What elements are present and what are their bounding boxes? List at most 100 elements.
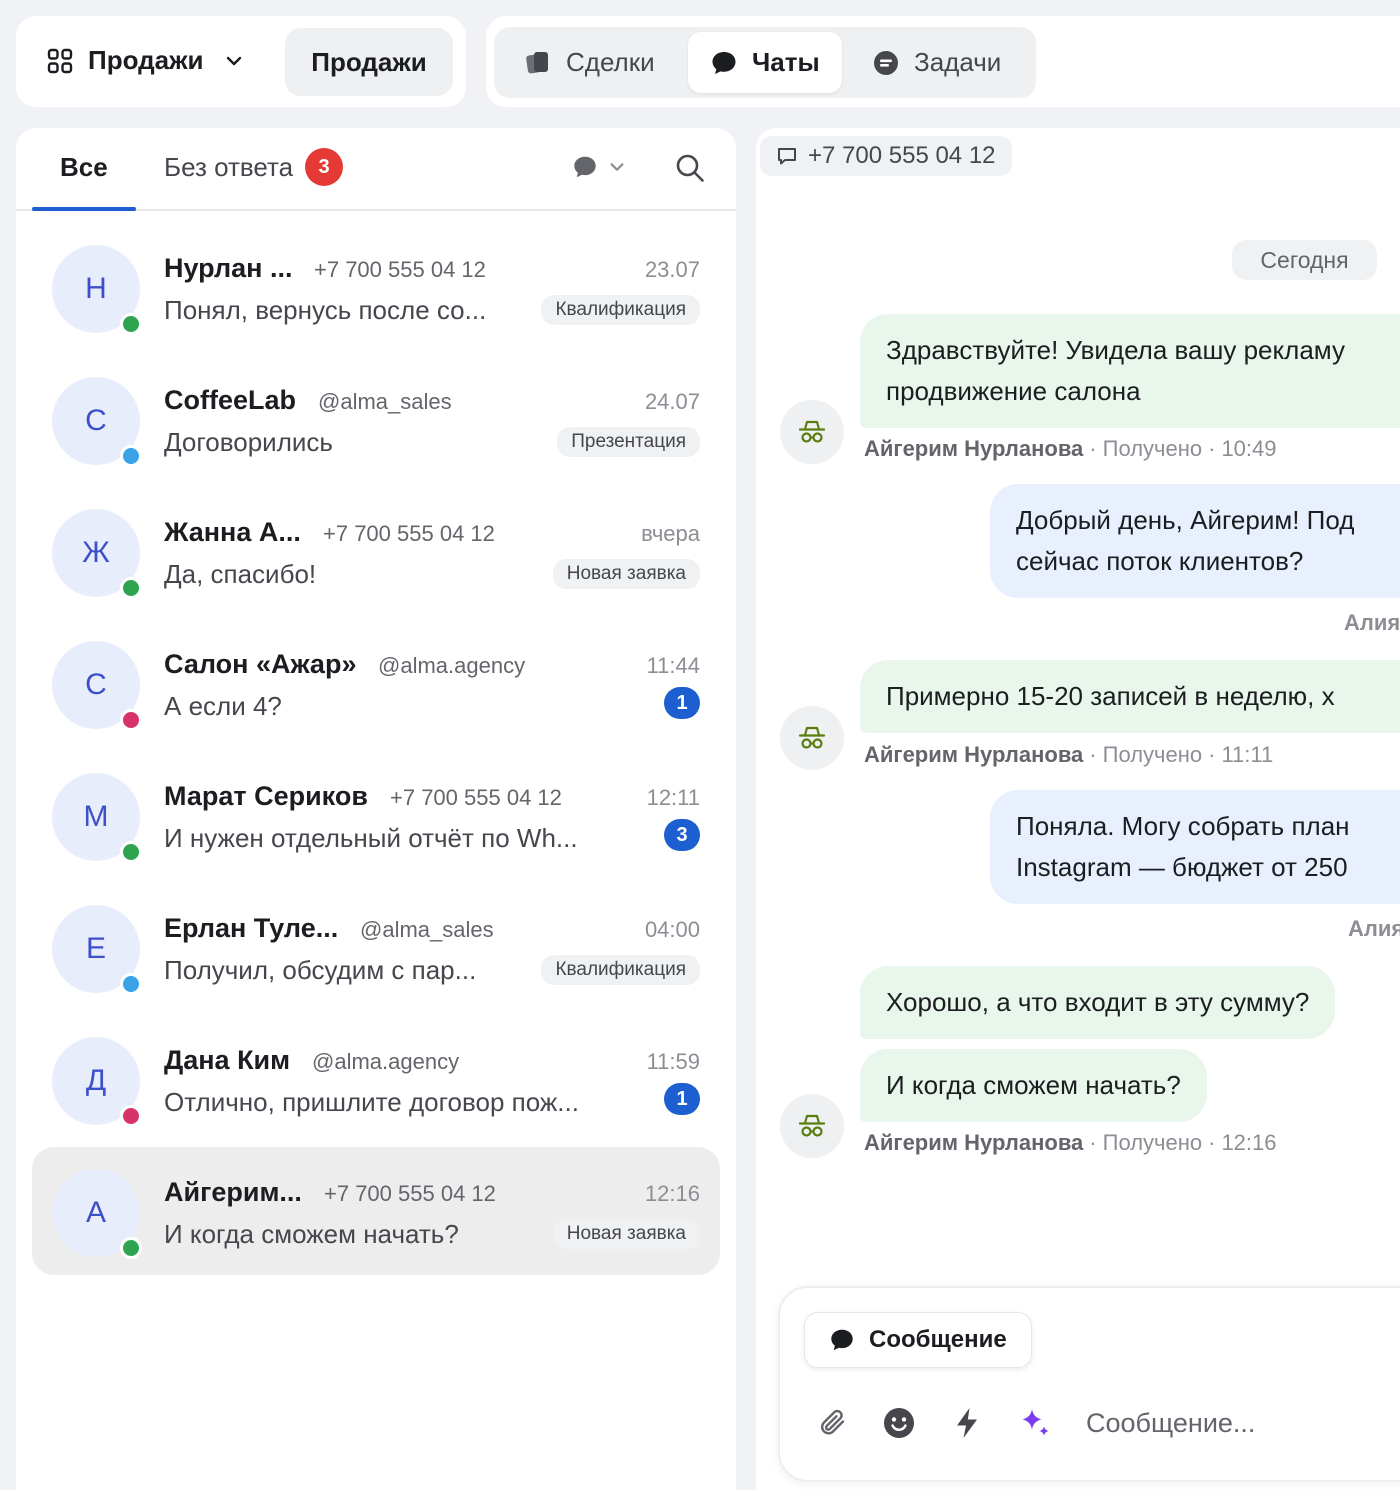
message-time: 10:49 — [1221, 436, 1277, 461]
message-bubble-incoming: Здравствуйте! Увидела вашу рекламу продв… — [860, 314, 1400, 428]
chat-last-message: Договорились — [164, 427, 333, 457]
message-line: Поняла. Могу собрать план — [1016, 811, 1350, 841]
chat-list-item[interactable]: С Салон «Ажар» @alma.agency 11:44 А если 4? 1 — [32, 619, 720, 751]
message-author: Айгерим Нурланова — [864, 742, 1084, 767]
deal-stage-badge: Презентация — [557, 427, 700, 457]
workspace-switcher-label: Продажи — [88, 45, 204, 75]
online-status-dot — [120, 973, 142, 995]
message-line: продвижение салона — [886, 376, 1141, 406]
apps-grid-icon — [47, 48, 73, 73]
online-status-dot — [120, 313, 142, 335]
chat-list-item[interactable]: Ж Жанна А... +7 700 555 04 12 вчера Да, спас… — [32, 487, 720, 619]
workspace-switcher[interactable]: Продажи — [46, 45, 244, 76]
chevron-down-icon — [610, 163, 624, 171]
deal-stage-badge: Новая заявка — [552, 559, 700, 589]
contact-channel-chip[interactable]: +7 700 555 04 12 — [760, 136, 1012, 176]
chat-list-item[interactable]: Д Дана Ким @alma.agency 11:59 Отлично, пришл… — [32, 1015, 720, 1147]
avatar-initial: М — [83, 800, 109, 833]
tab-deals[interactable]: Сделки — [502, 32, 677, 93]
chat-list-item[interactable]: М Марат Сериков +7 700 555 04 12 12:11 И нуж… — [32, 751, 720, 883]
chat-contact-name: Айгерим... — [164, 1177, 302, 1207]
bot-avatar — [780, 400, 844, 464]
chat-list-item[interactable]: С CoffeeLab @alma_sales 24.07 Договорились Пр… — [32, 355, 720, 487]
chat-last-message: А если 4? — [164, 691, 282, 721]
chat-list-item[interactable]: А Айгерим... +7 700 555 04 12 12:16 И когда … — [32, 1147, 720, 1275]
online-status-dot — [120, 577, 142, 599]
chat-contact-handle: @alma_sales — [360, 917, 494, 942]
chat-time: 11:44 — [646, 653, 700, 678]
chat-filter-tabs: Все Без ответа 3 — [16, 128, 736, 211]
message-bubble-incoming: И когда сможем начать? — [860, 1049, 1207, 1122]
chat-time: вчера — [641, 521, 700, 546]
composer-mode-button[interactable]: Сообщение — [804, 1312, 1032, 1368]
channel-filter-button[interactable] — [572, 154, 626, 180]
message-meta: Айгерим Нурланова · Получено · 12:16 — [864, 1130, 1277, 1155]
incognito-icon — [798, 726, 826, 749]
chat-contact-handle: +7 700 555 04 12 — [323, 521, 495, 546]
tab-tasks[interactable]: Задачи — [850, 32, 1023, 93]
online-status-dot — [120, 445, 142, 467]
deal-stage-badge: Квалификация — [541, 295, 700, 325]
message-status: Получено — [1102, 1130, 1203, 1155]
ai-sparkle-icon[interactable] — [1018, 1406, 1052, 1440]
chat-list-item[interactable]: Е Ерлан Туле... @alma_sales 04:00 Получил, о… — [32, 883, 720, 1015]
message-bubble-incoming: Хорошо, а что входит в эту сумму? — [860, 966, 1336, 1039]
avatar-initial: А — [85, 1196, 106, 1229]
tab-chats[interactable]: Чаты — [688, 32, 842, 93]
section-tabs: Сделки Чаты Задачи — [494, 27, 1036, 98]
chat-last-message: Отлично, пришлите договор пож... — [164, 1087, 579, 1117]
chat-time: 12:11 — [646, 785, 700, 810]
workspace-card: Продажи Продажи — [16, 16, 466, 107]
chat-contact-name: Салон «Ажар» — [164, 649, 357, 679]
avatar-initial: Д — [85, 1064, 107, 1097]
message-line: Здравствуйте! Увидела вашу рекламу — [886, 335, 1345, 365]
message-meta: Айгерим Нурланова · Получено · 10:49 — [864, 436, 1277, 461]
chat-contact-handle: +7 700 555 04 12 — [390, 785, 562, 810]
tab-no-answer[interactable]: Без ответа 3 — [164, 148, 344, 186]
task-icon — [874, 50, 898, 75]
incognito-icon — [798, 420, 826, 443]
chat-contact-name: CoffeeLab — [164, 385, 297, 415]
date-separator: Сегодня — [1232, 240, 1377, 280]
online-status-dot — [120, 1237, 142, 1259]
chat-time: 04:00 — [644, 917, 700, 942]
deal-stage-badge: Квалификация — [541, 955, 700, 985]
unread-count-badge: 1 — [664, 1083, 700, 1115]
chat-contact-handle: +7 700 555 04 12 — [324, 1181, 496, 1206]
avatar-initial: Е — [85, 932, 106, 965]
online-status-dot — [120, 1105, 142, 1127]
search-icon[interactable] — [674, 152, 706, 184]
tab-tasks-label: Задачи — [914, 47, 1002, 77]
tab-deals-label: Сделки — [566, 47, 655, 77]
message-author: Айгерим Нурланова — [864, 1130, 1084, 1155]
chat-contact-name: Ерлан Туле... — [164, 913, 339, 943]
message-input[interactable] — [1086, 1400, 1400, 1446]
avatar-initial: С — [85, 668, 107, 701]
unread-count-badge: 3 — [664, 819, 700, 851]
lightning-icon[interactable] — [950, 1406, 984, 1440]
message-line: Добрый день, Айгерим! Под — [1016, 505, 1355, 535]
chat-list-item[interactable]: Н Нурлан ... +7 700 555 04 12 23.07 Понял, в… — [32, 223, 720, 355]
chat-last-message: И когда сможем начать? — [164, 1219, 459, 1249]
workspace-pill-button[interactable]: Продажи — [285, 28, 453, 96]
avatar-initial: Ж — [82, 536, 110, 569]
emoji-icon[interactable] — [882, 1406, 916, 1440]
chat-time: 11:59 — [646, 1049, 700, 1074]
chat-bubble-icon — [712, 51, 736, 74]
chevron-down-icon — [226, 56, 241, 65]
online-status-dot — [120, 709, 142, 731]
tab-all[interactable]: Все — [60, 152, 108, 183]
conversation-panel: +7 700 555 04 12 Сегодня Здравствуйте! У… — [756, 128, 1400, 1490]
cards-icon — [526, 51, 548, 73]
message-author: Айгерим Нурланова — [864, 436, 1084, 461]
chat-time: 12:16 — [644, 1181, 700, 1206]
paperclip-icon[interactable] — [816, 1406, 850, 1440]
chat-time: 23.07 — [644, 257, 700, 282]
message-time: 12:16 — [1221, 1130, 1277, 1155]
contact-phone: +7 700 555 04 12 — [808, 142, 996, 169]
chat-last-message: Получил, обсудим с пар... — [164, 955, 477, 985]
chat-contact-handle: @alma.agency — [378, 653, 526, 678]
chat-contact-handle: +7 700 555 04 12 — [314, 257, 486, 282]
avatar-initial: Н — [85, 272, 107, 305]
chat-last-message: Понял, вернусь после со... — [164, 295, 487, 325]
